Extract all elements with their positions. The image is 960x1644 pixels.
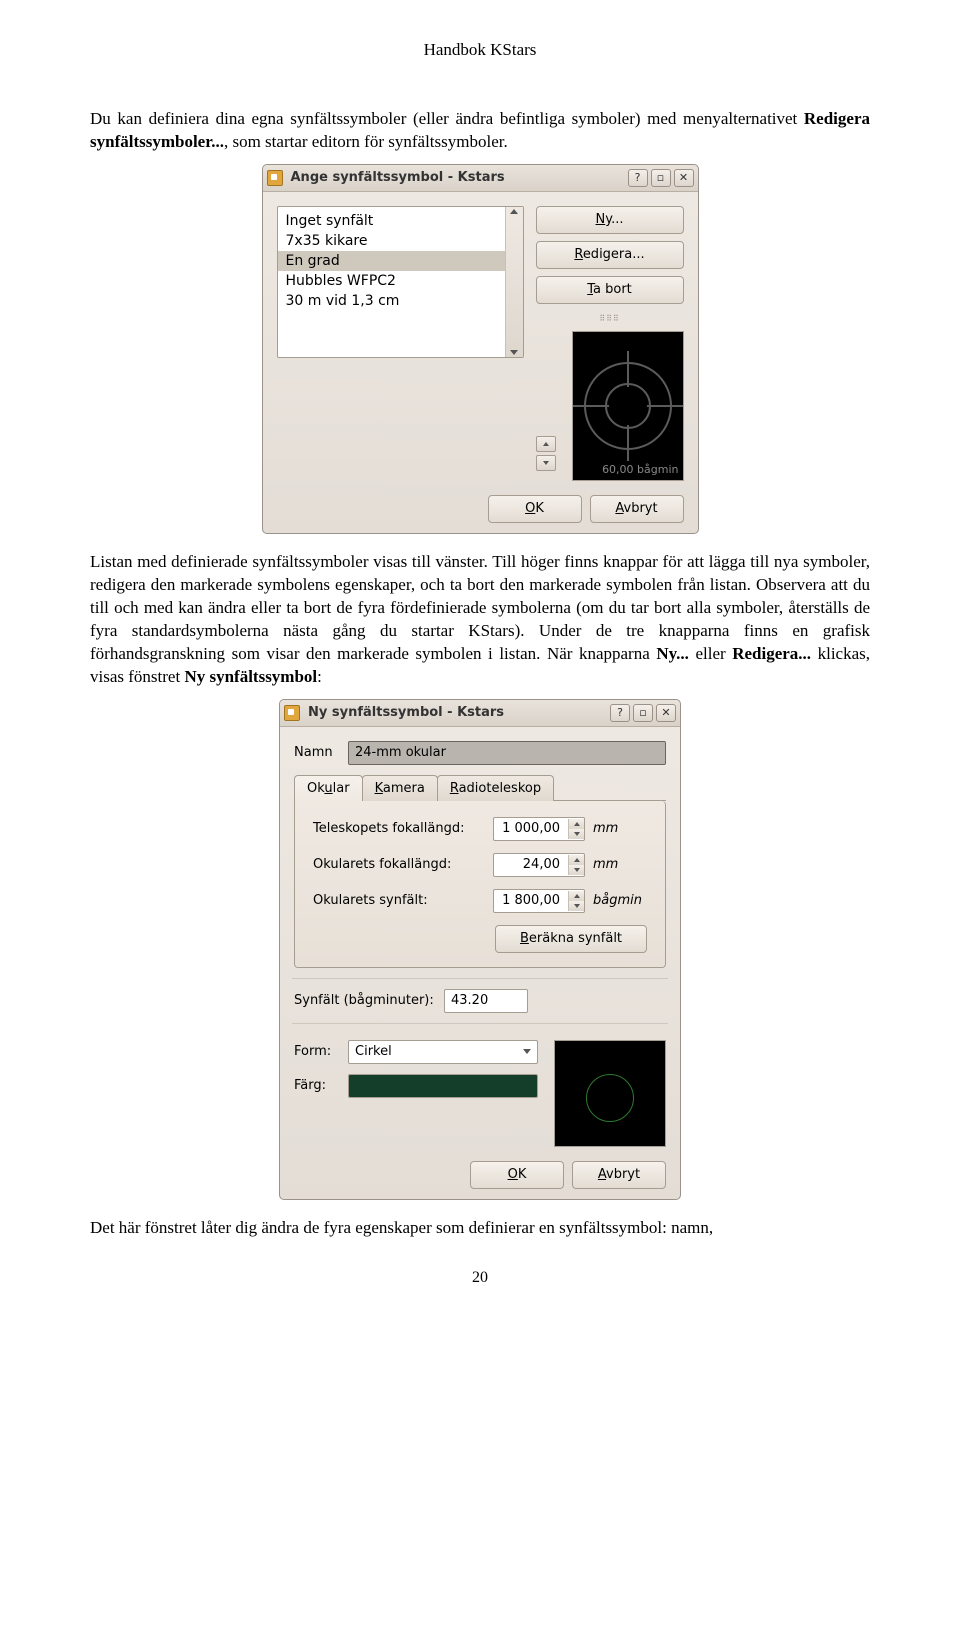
tab-panel-okular: Teleskopets fokallängd: 1 000,00 mm Okul…	[294, 801, 666, 968]
para2-bold-3: Ny synfältssymbol	[184, 667, 317, 686]
tab-bar: Okular Kamera Radioteleskop	[294, 775, 666, 801]
calculate-button[interactable]: Beräkna synfält	[495, 925, 647, 953]
fov-arcmin-input[interactable]: 43.20	[444, 989, 528, 1013]
name-input[interactable]: 24-mm okular	[348, 741, 666, 765]
help-button[interactable]: ?	[628, 169, 648, 187]
titlebar[interactable]: Ny synfältssymbol - Kstars ? ▫ ✕	[280, 700, 680, 727]
symbol-list[interactable]: Inget synfält 7x35 kikare En grad Hubble…	[277, 206, 524, 358]
shape-combo[interactable]: Cirkel	[348, 1040, 538, 1064]
spinner-up[interactable]	[536, 436, 556, 452]
unit-arcmin: bågmin	[593, 893, 642, 908]
new-fov-dialog: Ny synfältssymbol - Kstars ? ▫ ✕ Namn 24…	[279, 699, 681, 1200]
outro-paragraph: Det här fönstret låter dig ändra de fyra…	[90, 1217, 870, 1240]
app-icon	[267, 170, 283, 186]
tab-okular[interactable]: Okular	[294, 775, 363, 801]
para2-text-4: :	[317, 667, 322, 686]
maximize-button[interactable]: ▫	[633, 704, 653, 722]
window-title: Ny synfältssymbol - Kstars	[304, 705, 607, 720]
grip-icon: ⠿⠿⠿	[536, 314, 684, 321]
close-button[interactable]: ✕	[656, 704, 676, 722]
ocular-fov-label: Okularets synfält:	[313, 893, 493, 908]
para2-bold-1: Ny...	[656, 644, 689, 663]
unit-mm: mm	[593, 857, 618, 872]
separator	[292, 1023, 668, 1024]
intro-text-1: Du kan definiera dina egna synfältssymbo…	[90, 109, 804, 128]
help-button[interactable]: ?	[610, 704, 630, 722]
list-item[interactable]: Hubbles WFPC2	[278, 271, 505, 291]
para2-text-2: eller	[689, 644, 732, 663]
ocular-focal-input[interactable]: 24,00	[493, 853, 585, 877]
circle-icon	[586, 1074, 634, 1122]
ok-button[interactable]: OK	[470, 1161, 564, 1189]
tab-kamera[interactable]: Kamera	[362, 775, 438, 801]
shape-preview	[554, 1040, 666, 1147]
scrollbar[interactable]	[505, 207, 523, 357]
edit-button[interactable]: Redigera...	[536, 241, 684, 269]
ocular-fov-value: 1 800,00	[494, 893, 568, 908]
list-item[interactable]: 30 m vid 1,3 cm	[278, 291, 505, 311]
telescope-focal-label: Teleskopets fokallängd:	[313, 821, 493, 836]
separator	[292, 978, 668, 979]
scroll-down-icon[interactable]	[510, 350, 518, 355]
shape-value: Cirkel	[355, 1044, 392, 1059]
delete-button[interactable]: Ta bort	[536, 276, 684, 304]
color-label: Färg:	[294, 1078, 348, 1093]
intro-text-2: , som startar editorn för synfältssymbol…	[224, 132, 508, 151]
cancel-button[interactable]: Avbryt	[590, 495, 684, 523]
list-item[interactable]: 7x35 kikare	[278, 231, 505, 251]
window-title: Ange synfältssymbol - Kstars	[287, 170, 625, 185]
cancel-button[interactable]: Avbryt	[572, 1161, 666, 1189]
page-number: 20	[90, 1269, 870, 1287]
list-item[interactable]: Inget synfält	[278, 211, 505, 231]
ocular-fov-input[interactable]: 1 800,00	[493, 889, 585, 913]
app-icon	[284, 705, 300, 721]
scroll-up-icon[interactable]	[510, 209, 518, 214]
explanation-paragraph: Listan med definierade synfältssymboler …	[90, 551, 870, 689]
name-label: Namn	[294, 745, 348, 760]
spinner-down[interactable]	[536, 455, 556, 471]
close-button[interactable]: ✕	[674, 169, 694, 187]
unit-mm: mm	[593, 821, 618, 836]
telescope-focal-input[interactable]: 1 000,00	[493, 817, 585, 841]
color-swatch[interactable]	[348, 1074, 538, 1098]
titlebar[interactable]: Ange synfältssymbol - Kstars ? ▫ ✕	[263, 165, 698, 192]
page-header: Handbok KStars	[90, 40, 870, 60]
form-label: Form:	[294, 1044, 348, 1059]
new-button[interactable]: Ny...	[536, 206, 684, 234]
ocular-focal-label: Okularets fokallängd:	[313, 857, 493, 872]
symbol-preview: 60,00 bågmin	[572, 331, 684, 481]
list-item-selected[interactable]: En grad	[278, 251, 505, 271]
fov-arcmin-label: Synfält (bågminuter):	[294, 993, 444, 1008]
ocular-focal-value: 24,00	[494, 857, 568, 872]
chevron-down-icon	[523, 1049, 531, 1054]
fov-editor-dialog: Ange synfältssymbol - Kstars ? ▫ ✕ Inget…	[262, 164, 699, 534]
maximize-button[interactable]: ▫	[651, 169, 671, 187]
telescope-focal-value: 1 000,00	[494, 821, 568, 836]
ok-button[interactable]: OK	[488, 495, 582, 523]
intro-paragraph: Du kan definiera dina egna synfältssymbo…	[90, 108, 870, 154]
tab-radioteleskop[interactable]: Radioteleskop	[437, 775, 554, 801]
preview-label: 60,00 bågmin	[602, 463, 678, 476]
para2-bold-2: Redigera...	[732, 644, 811, 663]
